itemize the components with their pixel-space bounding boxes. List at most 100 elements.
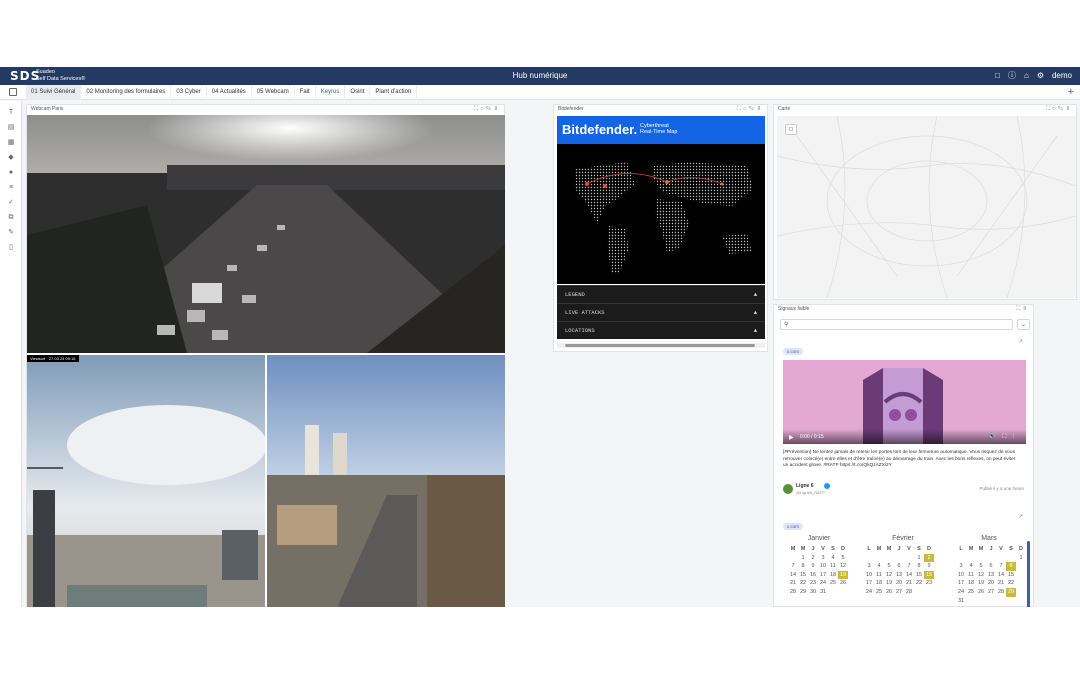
home-icon[interactable]: ⌂ [1024, 71, 1029, 80]
calendar-day[interactable]: 11 [874, 571, 884, 580]
calendar-icon[interactable]: ▤ [7, 124, 15, 132]
filter-dropdown-button[interactable]: ⌄ [1017, 319, 1030, 330]
tab-keyrus[interactable]: Keyrus [316, 85, 346, 100]
webcam-feed-city[interactable]: Viewsurf · 27.03.24 09:15 [27, 355, 265, 607]
calendar-day[interactable]: 3 [956, 562, 966, 571]
calendar-day[interactable]: 5 [884, 562, 894, 571]
calendar-day[interactable]: 8 [798, 562, 808, 571]
calendar-day[interactable]: 4 [828, 554, 838, 563]
open-link-icon[interactable]: ↗ [1018, 338, 1023, 345]
calendar-day[interactable]: 28 [996, 588, 1006, 597]
calendar-day[interactable]: 24 [818, 579, 828, 588]
calendar-day[interactable]: 27 [986, 588, 996, 597]
calendar-day[interactable]: 24 [956, 588, 966, 597]
search-input[interactable]: ⚲ [780, 319, 1013, 330]
calendar-day[interactable]: 25 [874, 588, 884, 597]
tab-fait[interactable]: Fait [295, 85, 316, 100]
video-player[interactable]: ▶ 0:00 / 0:15 🔊⛶⋮ [783, 360, 1026, 444]
calendar-day[interactable]: 21 [904, 579, 914, 588]
calendar-day[interactable]: 7 [788, 562, 798, 571]
calendar-day[interactable]: 2 [808, 554, 818, 563]
map-view[interactable]: □ [777, 116, 1076, 298]
calendar-day[interactable]: 30 [808, 588, 818, 597]
calendar-day[interactable]: 26 [838, 579, 848, 588]
calendar-day[interactable]: 3 [864, 562, 874, 571]
webcam-feed-traffic[interactable] [27, 115, 505, 353]
calendar-day[interactable]: 1 [914, 554, 924, 563]
locations-row[interactable]: LOCATIONS ▲ [557, 321, 765, 339]
gear-icon[interactable]: ⚙ [1037, 71, 1044, 80]
calendar-day[interactable]: 11 [966, 571, 976, 580]
calendar-day[interactable]: 28 [788, 588, 798, 597]
calendar-day[interactable]: 5 [976, 562, 986, 571]
calendar-day[interactable]: 26 [884, 588, 894, 597]
calendar-day[interactable]: 22 [914, 579, 924, 588]
calendar-day[interactable]: 1 [1016, 554, 1026, 563]
tab-plan-action[interactable]: Plant d'action [370, 85, 418, 100]
calendar-day[interactable]: 24 [864, 588, 874, 597]
text-tool-icon[interactable]: T [7, 109, 15, 117]
trash-icon[interactable]: ▯ [7, 244, 15, 252]
calendar-day[interactable]: 2 [924, 553, 934, 563]
calendar-day[interactable]: 19 [976, 579, 986, 588]
calendar-day[interactable]: 20 [894, 579, 904, 588]
calendar-day[interactable]: 15 [914, 571, 924, 580]
widget-tools-icon[interactable]: ⛶○✎▯ [1046, 105, 1072, 114]
calendar-day[interactable]: 10 [818, 562, 828, 571]
help-icon[interactable]: ⓘ [1008, 70, 1016, 81]
globe-icon[interactable]: ● [7, 169, 15, 177]
shield-icon[interactable]: ◆ [7, 154, 15, 162]
tab-webcam[interactable]: 05 Webcam [252, 85, 295, 100]
video-controls-icons[interactable]: 🔊⛶⋮ [989, 433, 1020, 441]
calendar-day[interactable]: 6 [986, 562, 996, 571]
calendar-day[interactable]: 22 [1006, 579, 1016, 588]
calendar-day[interactable]: 16 [808, 571, 818, 580]
tab-actualites[interactable]: 04 Actualités [207, 85, 252, 100]
map-layer-button[interactable]: □ [785, 124, 797, 135]
calendar-day[interactable]: 17 [864, 579, 874, 588]
calendar-day[interactable]: 22 [798, 579, 808, 588]
calendar-day[interactable]: 4 [874, 562, 884, 571]
user-name[interactable]: demo [1052, 71, 1072, 80]
calendar-day[interactable]: 23 [808, 579, 818, 588]
legend-row[interactable]: LEGEND ▲ [557, 285, 765, 303]
calendar-day[interactable]: 28 [904, 588, 914, 597]
calendar-day[interactable]: 1 [798, 554, 808, 563]
tab-suivi-general[interactable]: 01 Suivi Général [26, 85, 82, 100]
calendar-day[interactable]: 15 [1006, 571, 1016, 580]
calendar-day[interactable]: 14 [996, 571, 1006, 580]
calendar-day[interactable]: 17 [956, 579, 966, 588]
vertical-scrollbar[interactable] [1027, 541, 1030, 607]
widget-tools-icon[interactable]: ⛶○✎▯ [737, 105, 763, 114]
calendar-day[interactable]: 3 [818, 554, 828, 563]
play-icon[interactable]: ▶ [789, 434, 794, 441]
live-attacks-row[interactable]: LIVE ATTACKS ▲ [557, 303, 765, 321]
calendar-day[interactable]: 8 [914, 562, 924, 571]
calendar-day[interactable]: 4 [966, 562, 976, 571]
calendar-day[interactable]: 23 [924, 579, 934, 588]
calendar-day[interactable]: 31 [956, 597, 966, 606]
calendar-day[interactable]: 29 [1006, 587, 1016, 597]
calendar-day[interactable]: 29 [798, 588, 808, 597]
calendar-day[interactable]: 18 [966, 579, 976, 588]
calendar-day[interactable]: 31 [818, 588, 828, 597]
add-tab-icon[interactable]: + [1068, 86, 1074, 98]
layers-icon[interactable]: ≡ [7, 184, 15, 192]
widget-tools-icon[interactable]: ⛶○✎▯ [474, 105, 500, 114]
scrollbar-thumb[interactable] [565, 344, 755, 347]
calendar-day[interactable]: 25 [966, 588, 976, 597]
calendar-day[interactable]: 10 [956, 571, 966, 580]
calendar-day[interactable]: 9 [924, 562, 934, 571]
calendar-day[interactable]: 14 [904, 571, 914, 580]
calendar-day[interactable]: 7 [996, 562, 1006, 571]
calendar-day[interactable]: 19 [838, 570, 848, 580]
calendar-day[interactable]: 9 [808, 562, 818, 571]
chart-icon[interactable]: ▦ [7, 139, 15, 147]
cyberthreat-map[interactable] [557, 144, 765, 284]
panel-toggle-icon[interactable] [9, 88, 17, 96]
calendar-day[interactable]: 12 [838, 562, 848, 571]
edit-icon[interactable]: ✎ [7, 229, 15, 237]
calendar-day[interactable]: 11 [828, 562, 838, 571]
calendar-day[interactable]: 19 [884, 579, 894, 588]
open-link-icon[interactable]: ↗ [1018, 513, 1023, 520]
